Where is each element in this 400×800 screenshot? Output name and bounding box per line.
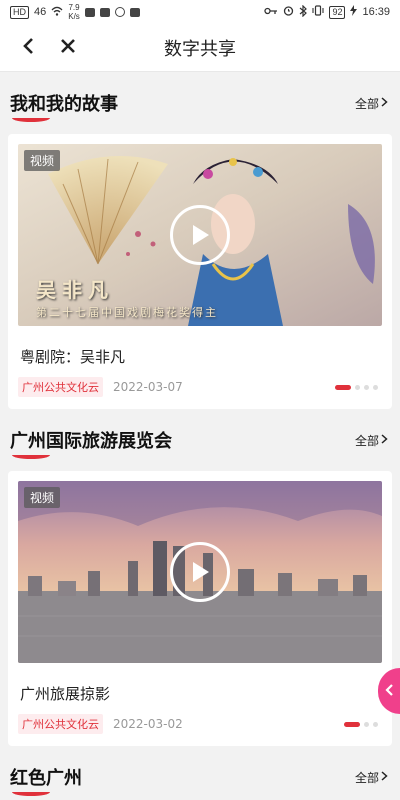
card-meta: 广州公共文化云 2022-03-02 — [18, 714, 382, 734]
play-icon — [189, 560, 211, 584]
section-title-wrap: 广州国际旅游展览会 — [10, 427, 172, 459]
play-button[interactable] — [170, 542, 230, 602]
section-header: 我和我的故事 全部 — [0, 72, 400, 134]
net-speed-value: 7.9 — [68, 3, 80, 12]
view-all-label: 全部 — [354, 433, 379, 448]
wifi-icon — [51, 6, 63, 19]
carousel-dot-active — [344, 721, 360, 727]
play-button[interactable] — [170, 205, 230, 265]
section-title-wrap: 我和我的故事 — [10, 90, 118, 122]
view-all-button[interactable]: 全部 — [355, 769, 388, 786]
charging-icon — [350, 5, 358, 19]
nav-bar: 数字共享 — [0, 24, 400, 72]
carousel-dot — [355, 384, 360, 390]
chevron-right-icon — [381, 433, 388, 447]
card-title[interactable]: 广州旅展掠影 — [20, 683, 382, 704]
vibrate-icon — [312, 5, 325, 19]
status-right: 92 16:39 — [264, 4, 390, 20]
carousel-indicator — [335, 384, 382, 390]
close-button[interactable] — [48, 24, 88, 72]
chevron-right-icon — [381, 96, 388, 110]
play-icon — [189, 223, 211, 247]
view-all-button[interactable]: 全部 — [355, 432, 388, 449]
title-underline — [12, 451, 50, 459]
battery-level: 92 — [329, 5, 346, 19]
title-underline — [12, 114, 50, 122]
meta-left: 广州公共文化云 2022-03-02 — [18, 714, 183, 734]
carousel-dot — [373, 721, 378, 727]
meta-left: 广州公共文化云 2022-03-07 — [18, 377, 183, 397]
key-icon — [264, 6, 278, 18]
carousel-dot — [373, 384, 378, 390]
section-title-wrap: 红色广州 — [10, 764, 82, 796]
carousel-indicator — [344, 721, 382, 727]
section-header: 广州国际旅游展览会 全部 — [0, 409, 400, 471]
close-icon — [60, 38, 76, 58]
section-title: 我和我的故事 — [10, 94, 118, 115]
section-title: 广州国际旅游展览会 — [10, 431, 172, 452]
hd-indicator: HD — [10, 5, 29, 19]
signal-indicator: 46 — [34, 6, 47, 18]
sync-icon — [114, 7, 125, 17]
overlay-subtitle: 第二十七届中国戏剧梅花奖得主 — [36, 306, 218, 319]
alarm-icon — [283, 5, 294, 19]
view-all-button[interactable]: 全部 — [355, 95, 388, 112]
back-button[interactable] — [8, 24, 48, 72]
date: 2022-03-07 — [113, 380, 183, 394]
app-notification-icon — [129, 7, 140, 17]
view-all-label: 全部 — [354, 770, 379, 785]
video-thumbnail[interactable]: 视频 — [18, 481, 382, 663]
carousel-dot-active — [335, 384, 351, 390]
section-header: 红色广州 全部 — [0, 746, 400, 800]
clock: 16:39 — [362, 6, 390, 18]
carousel-dot — [364, 384, 369, 390]
overlay-name: 吴非凡 — [36, 278, 114, 302]
source-tag: 广州公共文化云 — [18, 377, 103, 397]
content-card[interactable]: 视频 吴非凡 第二十七届中国戏剧梅花奖得主 粤剧院：吴非凡 广州公共文化云 20… — [8, 134, 392, 409]
title-underline — [12, 788, 50, 796]
chevron-right-icon — [381, 770, 388, 784]
card-meta: 广州公共文化云 2022-03-07 — [18, 377, 382, 397]
chevron-left-icon — [21, 37, 35, 59]
net-speed-unit: K/s — [68, 12, 80, 21]
date: 2022-03-02 — [113, 717, 183, 731]
bluetooth-icon — [299, 4, 308, 20]
view-all-label: 全部 — [354, 96, 379, 111]
app-notification-icon — [99, 7, 110, 17]
net-speed: 7.9 K/s — [68, 3, 80, 21]
app-notification-icon — [84, 7, 95, 17]
section-title: 红色广州 — [10, 768, 82, 789]
content-card[interactable]: 视频 广州旅展掠影 广州公共文化云 2022-03-02 — [8, 471, 392, 746]
source-tag: 广州公共文化云 — [18, 714, 103, 734]
video-tag: 视频 — [24, 150, 61, 171]
video-tag: 视频 — [24, 487, 61, 508]
card-title[interactable]: 粤剧院：吴非凡 — [20, 346, 382, 367]
video-thumbnail[interactable]: 视频 吴非凡 第二十七届中国戏剧梅花奖得主 — [18, 144, 382, 326]
carousel-dot — [364, 721, 369, 727]
chevron-left-icon — [384, 682, 394, 701]
status-left: HD 46 7.9 K/s — [10, 3, 140, 21]
main-content: 我和我的故事 全部 视频 吴非凡 第二十七届中国戏剧梅花奖得主 粤剧院：吴非凡 … — [0, 72, 400, 800]
status-bar: HD 46 7.9 K/s 92 16:39 — [0, 0, 400, 24]
